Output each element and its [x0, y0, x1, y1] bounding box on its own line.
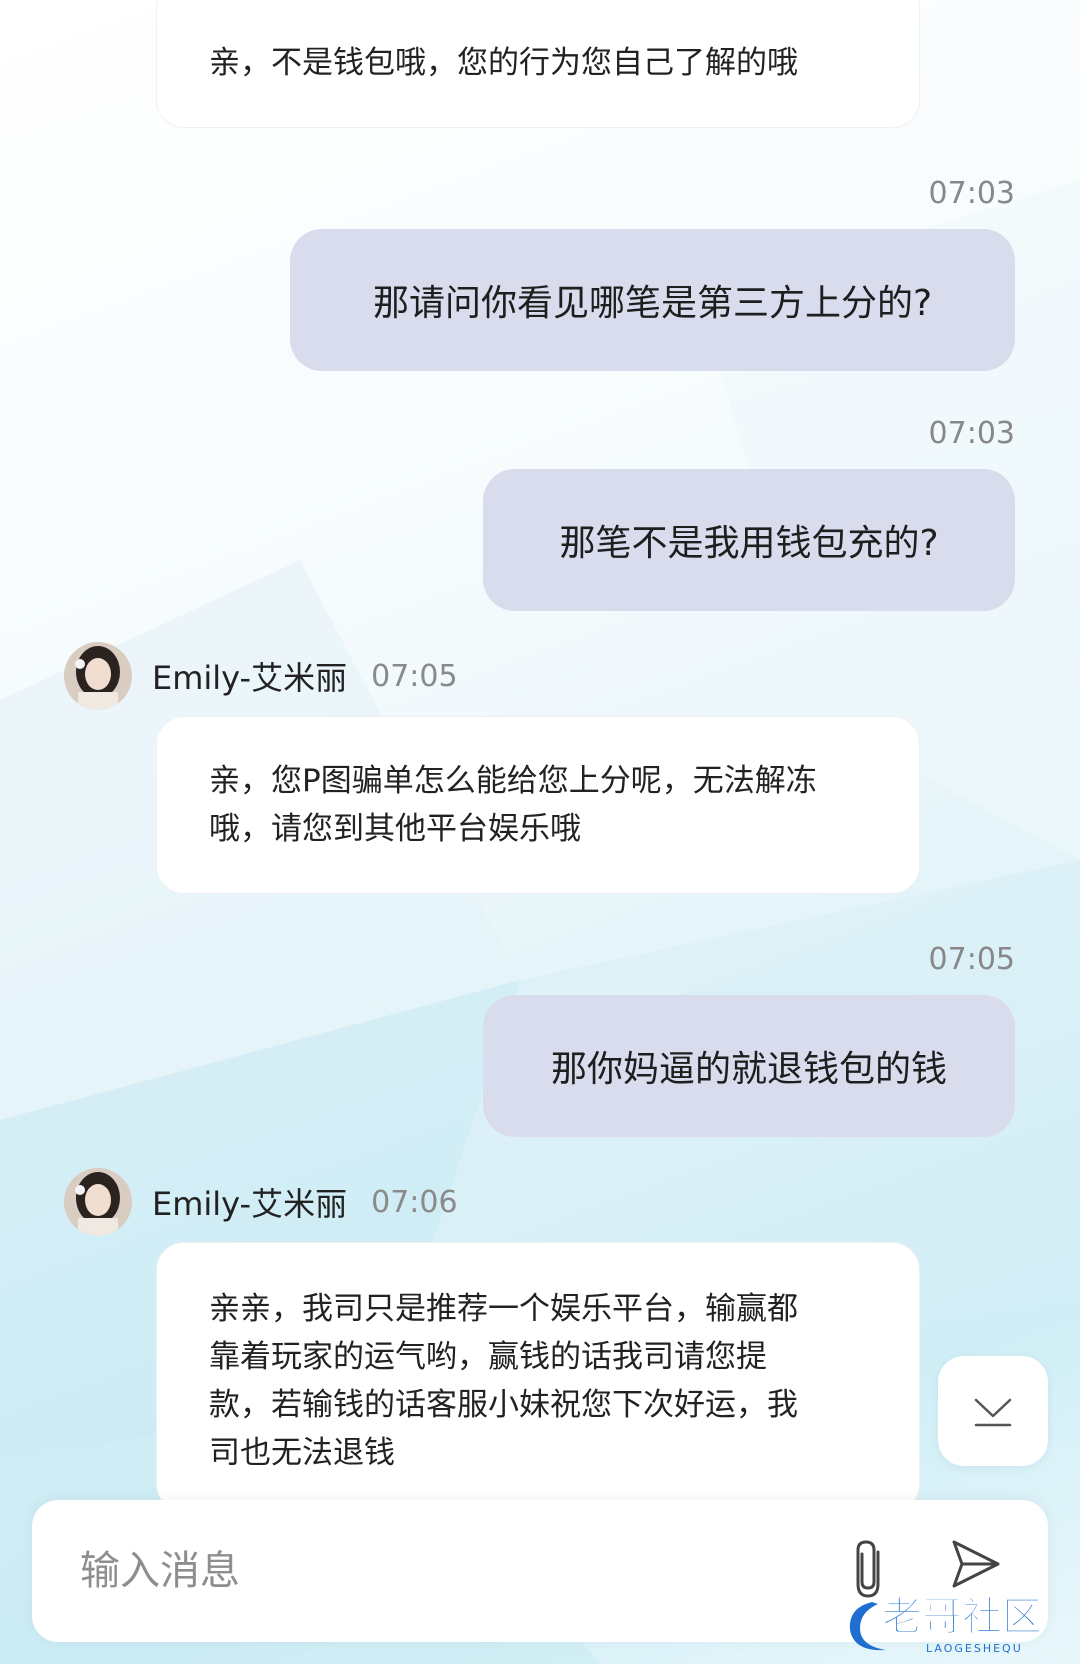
- scroll-to-bottom-button[interactable]: [938, 1356, 1048, 1466]
- message-text: 亲，不是钱包哦，您的行为您自己了解的哦: [209, 45, 798, 81]
- message-text: 那请问你看见哪笔是第三方上分的?: [372, 283, 933, 324]
- incoming-message-bubble: 亲，不是钱包哦，您的行为您自己了解的哦: [156, 0, 920, 128]
- message-text: 那你妈逼的就退钱包的钱: [550, 1049, 947, 1090]
- sender-name: Emily-艾米丽: [152, 659, 348, 697]
- sender-header: Emily-艾米丽 07:06: [64, 1168, 458, 1236]
- incoming-message-bubble: 亲亲，我司只是推荐一个娱乐平台，输赢都 靠着玩家的运气哟，赢钱的话我司请您提 款…: [156, 1242, 920, 1512]
- message-input[interactable]: [80, 1536, 840, 1606]
- message-line: 亲亲，我司只是推荐一个娱乐平台，输赢都: [209, 1291, 798, 1327]
- outgoing-message-bubble: 那笔不是我用钱包充的?: [483, 469, 1015, 611]
- outgoing-message-bubble: 那你妈逼的就退钱包的钱: [483, 995, 1015, 1137]
- message-line: 靠着玩家的运气哟，赢钱的话我司请您提: [209, 1339, 767, 1375]
- watermark-subtext: LAOGESHEQU: [926, 1642, 1023, 1655]
- sender-header: Emily-艾米丽 07:05: [64, 642, 458, 710]
- watermark-logo: 老哥社区 LAOGESHEQU: [842, 1582, 1064, 1662]
- message-text: 那笔不是我用钱包充的?: [559, 523, 939, 564]
- incoming-message-bubble: 亲，您P图骗单怎么能给您上分呢，无法解冻 哦，请您到其他平台娱乐哦: [156, 716, 920, 894]
- avatar[interactable]: [64, 1168, 132, 1236]
- outgoing-message-bubble: 那请问你看见哪笔是第三方上分的?: [290, 229, 1015, 371]
- chevron-down-icon: [974, 1398, 1012, 1427]
- message-timestamp: 07:06: [371, 1184, 458, 1220]
- message-timestamp: 07:05: [928, 942, 1015, 977]
- message-line: 亲，您P图骗单怎么能给您上分呢，无法解冻: [209, 763, 817, 799]
- message-line: 司也无法退钱: [209, 1435, 395, 1471]
- message-timestamp: 07:03: [928, 176, 1015, 211]
- message-line: 哦，请您到其他平台娱乐哦: [209, 811, 581, 847]
- sender-name: Emily-艾米丽: [152, 1185, 348, 1223]
- watermark-text: 老哥社区: [882, 1594, 1042, 1640]
- message-line: 款，若输钱的话客服小妹祝您下次好运，我: [209, 1387, 798, 1423]
- message-timestamp: 07:05: [371, 658, 458, 694]
- message-timestamp: 07:03: [928, 416, 1015, 451]
- avatar[interactable]: [64, 642, 132, 710]
